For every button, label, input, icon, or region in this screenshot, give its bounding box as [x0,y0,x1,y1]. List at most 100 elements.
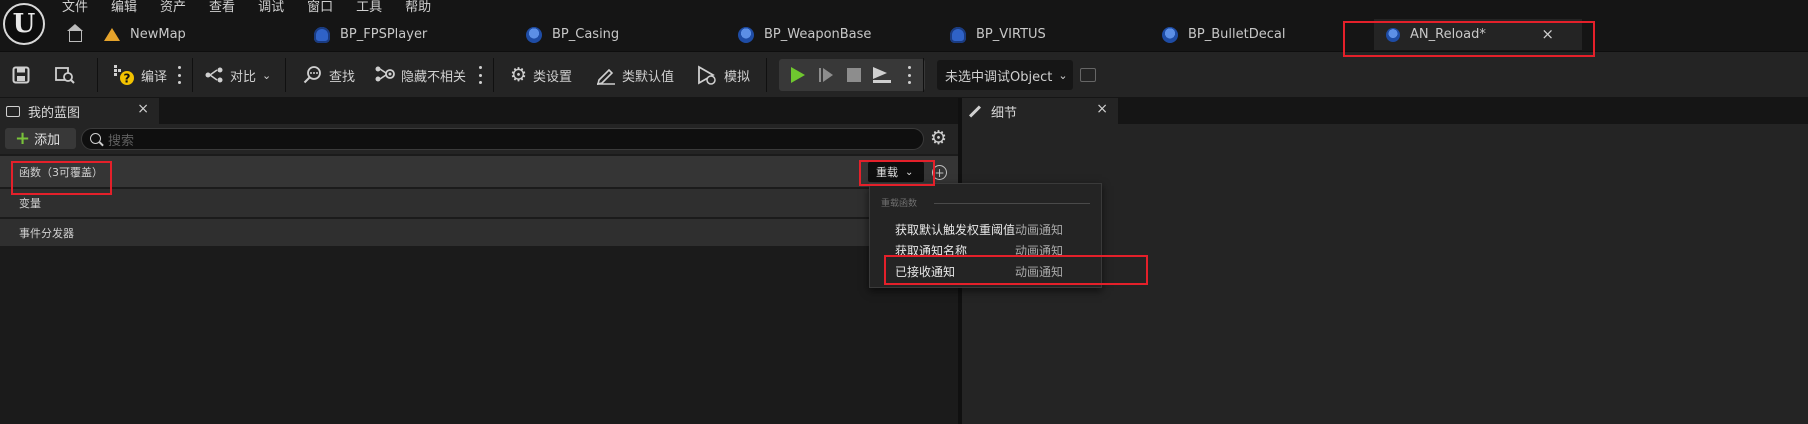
book-icon [6,105,20,117]
tab-bp-fpsplayer[interactable]: BP_FPSPlayer [314,19,427,50]
play-icon[interactable] [791,67,805,83]
play-options-kebab[interactable] [907,66,911,84]
browse-button[interactable] [55,52,75,98]
step-icon[interactable] [819,68,833,82]
my-blueprint-panel: 我的蓝图 × + 添加 搜索 ⚙ 函数（3可覆盖） 变量 事件分发器 重载 ⌄ … [0,98,958,424]
section-variables[interactable]: 变量 [0,189,958,218]
add-function-icon[interactable]: + [932,165,947,180]
menu-tools[interactable]: 工具 [356,0,382,16]
debug-filter-icon[interactable] [1080,68,1096,82]
chevron-down-icon: ⌄ [262,68,272,82]
simulate-label: 模拟 [724,69,751,85]
my-blueprint-toolbar: + 添加 搜索 ⚙ [0,124,958,154]
character-blueprint-icon [314,26,330,43]
blueprint-icon [526,26,542,43]
tab-newmap[interactable]: NewMap [104,19,186,50]
search-input[interactable]: 搜索 [81,128,924,150]
section-label: 事件分发器 [19,226,74,240]
class-settings-button[interactable]: ⚙ 类设置 [510,52,572,98]
section-event-dispatchers[interactable]: 事件分发器 [0,219,958,247]
add-button[interactable]: + 添加 [5,128,76,149]
close-icon[interactable]: × [1096,101,1108,117]
find-button[interactable]: 查找 [303,52,355,98]
simulate-button[interactable]: 模拟 [696,52,750,98]
tab-bp-casing[interactable]: BP_Casing [526,19,619,50]
tab-bp-virtus[interactable]: BP_VIRTUS [950,19,1046,50]
menu-edit[interactable]: 编辑 [111,0,137,16]
stop-icon[interactable] [847,68,861,82]
tab-home[interactable] [67,19,92,50]
tab-label: NewMap [130,27,186,42]
class-settings-label: 类设置 [533,69,573,85]
plus-icon: + [15,127,31,149]
compile-button[interactable]: ? 编译 [113,52,167,98]
save-icon [12,66,30,84]
menu-item-get-notify-name[interactable]: 获取通知名称 动画通知 [895,240,1095,260]
hide-unrelated-label: 隐藏不相关 [401,69,467,85]
chevron-down-icon: ⌄ [1058,68,1068,82]
menu-help[interactable]: 帮助 [405,0,431,16]
diff-label: 对比 [230,69,257,85]
section-label: 函数（3可覆盖） [19,165,103,179]
menu-item-received-notify[interactable]: 已接收通知 动画通知 [895,261,1095,281]
hide-unrelated-button[interactable]: 隐藏不相关 [374,52,466,98]
find-icon [303,66,321,84]
possess-eject-icon[interactable] [873,67,891,83]
panel-tab-bar: 细节 × [962,98,1808,124]
hide-unrelated-options-kebab[interactable] [478,66,482,84]
menu-item-label: 获取默认触发权重阈值 [895,222,1016,237]
home-icon [67,24,83,42]
override-dropdown-button[interactable]: 重载 ⌄ [868,162,924,182]
menu-item-category: 动画通知 [1015,264,1064,279]
simulate-icon [698,65,716,85]
tab-label: BP_FPSPlayer [340,27,428,42]
anim-notify-icon [1386,27,1400,42]
save-button[interactable] [12,52,30,98]
diff-icon [205,67,223,83]
class-defaults-button[interactable]: 类默认值 [596,52,674,98]
unreal-logo-icon[interactable]: U [3,3,45,45]
menu-item-label: 已接收通知 [895,264,956,279]
tab-label: BP_Casing [552,27,620,42]
menu-header: 重载函数 [881,199,918,209]
blueprint-icon [738,26,754,43]
play-controls [779,59,925,91]
panel-title: 我的蓝图 [28,105,81,121]
tab-label: BP_WeaponBase [764,27,872,42]
menu-item-get-default-trigger-weight[interactable]: 获取默认触发权重阈值 动画通知 [895,219,1095,239]
pencil-icon [968,104,982,118]
debug-object-select[interactable]: 未选中调试Object ⌄ [937,60,1073,90]
hide-unrelated-icon [375,66,395,82]
menu-assets[interactable]: 资产 [160,0,186,16]
main-menu: 文件 编辑 资产 查看 调试 窗口 工具 帮助 [62,0,454,16]
map-icon [104,28,120,41]
blueprint-icon [1162,26,1178,43]
gear-icon: ⚙ [510,64,528,86]
toolbar: ? 编译 对比 ⌄ 查找 隐藏不相关 ⚙ 类设置 类默认值 模拟 未选中调试Ob… [0,51,1808,97]
tab-bp-bulletdecal[interactable]: BP_BulletDecal [1162,19,1285,50]
compile-options-kebab[interactable] [177,66,181,84]
tab-bp-weaponbase[interactable]: BP_WeaponBase [738,19,871,50]
tab-label: BP_VIRTUS [976,27,1046,42]
class-defaults-label: 类默认值 [622,69,675,85]
menu-view[interactable]: 查看 [209,0,235,16]
diff-button[interactable]: 对比 ⌄ [204,52,271,98]
chevron-down-icon: ⌄ [905,166,914,178]
menu-window[interactable]: 窗口 [307,0,333,16]
close-icon[interactable]: × [1541,25,1554,43]
section-functions[interactable]: 函数（3可覆盖） [0,156,958,188]
compile-icon: ? [114,65,134,86]
tab-details[interactable]: 细节 × [962,98,1118,124]
compile-label: 编译 [141,69,168,85]
close-icon[interactable]: × [137,101,149,117]
override-function-menu: 重载函数 获取默认触发权重阈值 动画通知 获取通知名称 动画通知 已接收通知 动… [869,183,1102,288]
panel-tab-bar: 我的蓝图 × [0,98,958,124]
gear-icon[interactable]: ⚙ [930,129,947,148]
tab-an-reload[interactable]: AN_Reload* × [1374,19,1582,50]
menu-debug[interactable]: 调试 [258,0,284,16]
panel-title: 细节 [991,105,1018,121]
search-placeholder: 搜索 [108,133,135,149]
menu-item-category: 动画通知 [1015,222,1064,237]
tab-my-blueprint[interactable]: 我的蓝图 × [0,98,159,124]
menu-file[interactable]: 文件 [62,0,88,16]
